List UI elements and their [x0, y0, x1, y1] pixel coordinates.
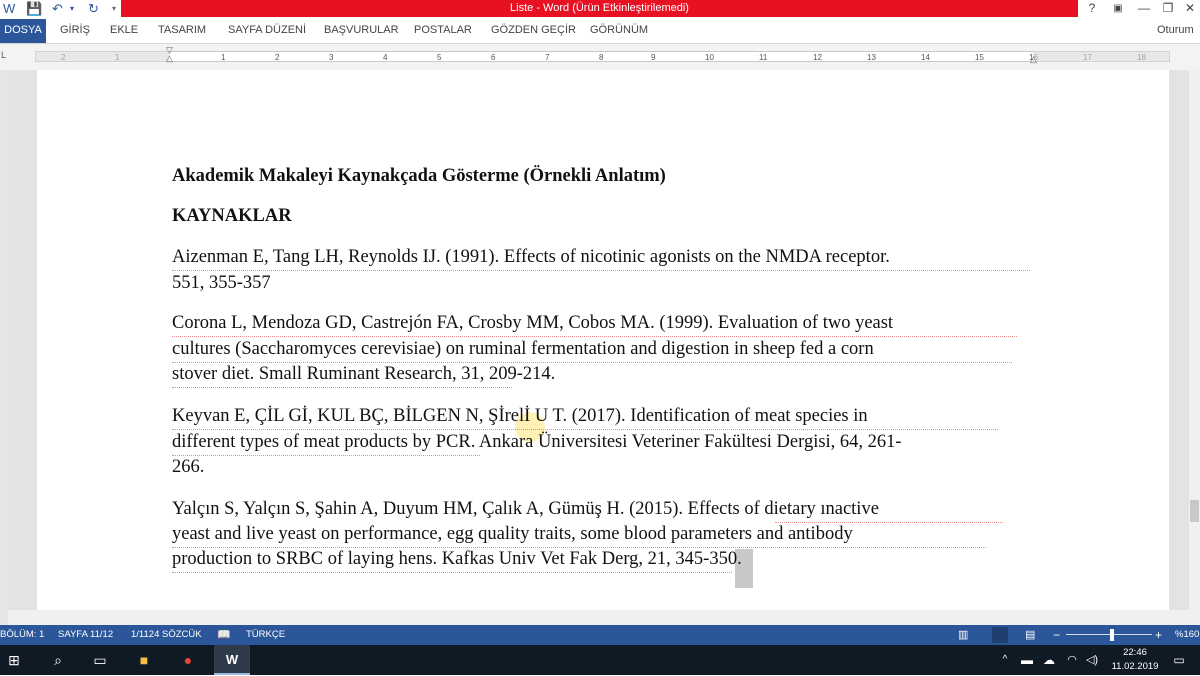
ruler-label: 3 [329, 53, 334, 62]
indent-marker-icon[interactable]: ▽ △ [166, 46, 173, 63]
zoom-slider-thumb[interactable] [1110, 629, 1114, 641]
word-icon[interactable]: W [3, 0, 15, 17]
clock[interactable]: 22:46 11.02.2019 [1110, 645, 1160, 676]
taskbar: ⊞ ⌕ ▭ ■ ● W ^ ▬ ☁ ◠ ◁) 22:46 11.02.2019 … [0, 645, 1200, 675]
horizontal-scrollbar[interactable] [8, 610, 1190, 625]
ruler-label: 11 [759, 53, 768, 62]
tab-file[interactable]: DOSYA [0, 19, 46, 43]
undo-icon[interactable]: ↶ [52, 0, 63, 17]
tab-view[interactable]: GÖRÜNÜM [590, 19, 648, 43]
ruler-label: 14 [921, 53, 930, 62]
word-taskbar-icon[interactable]: W [214, 645, 250, 675]
reference-line[interactable]: production to SRBC of laying hens. Kafka… [172, 547, 742, 573]
volume-icon[interactable]: ◁) [1083, 645, 1101, 675]
spellcheck-squiggle [172, 545, 986, 548]
vertical-ruler[interactable] [0, 70, 8, 625]
spellcheck-squiggle [172, 453, 480, 456]
section-heading[interactable]: KAYNAKLAR [172, 204, 292, 230]
close-button[interactable]: ✕ [1180, 0, 1200, 17]
restore-button[interactable]: ❐ [1158, 0, 1178, 17]
horizontal-ruler[interactable]: 2 1 1 2 3 4 5 6 7 8 9 10 11 12 13 14 15 … [35, 51, 1170, 62]
ruler-label: 9 [651, 53, 656, 62]
spellcheck-squiggle [172, 385, 512, 388]
ruler-label: 12 [813, 53, 822, 62]
reference-line[interactable]: Aizenman E, Tang LH, Reynolds IJ. (1991)… [172, 245, 890, 271]
ruler-label: 1 [221, 53, 226, 62]
wifi-icon[interactable]: ◠ [1063, 645, 1081, 675]
tab-selector-icon[interactable]: L [1, 50, 6, 60]
ruler-label: 6 [491, 53, 496, 62]
ruler-left-margin [35, 51, 169, 62]
start-windows-icon[interactable]: ⊞ [0, 645, 28, 675]
print-layout-icon[interactable] [992, 627, 1008, 643]
spellcheck-squiggle [172, 427, 998, 430]
status-zoom[interactable]: %160 [1175, 625, 1199, 645]
zoom-slider[interactable] [1066, 634, 1152, 635]
reference-line[interactable]: 551, 355-357 [172, 271, 271, 297]
right-indent-marker-icon[interactable]: △ [1030, 54, 1037, 65]
ruler-label: 8 [599, 53, 604, 62]
ruler-label: 2 [275, 53, 280, 62]
web-layout-icon[interactable]: ▤ [1025, 625, 1035, 645]
reference-line[interactable]: 266. [172, 455, 204, 481]
spellcheck-squiggle [775, 520, 1003, 523]
vertical-scrollbar-thumb[interactable] [1190, 500, 1199, 522]
clock-date: 11.02.2019 [1111, 661, 1159, 672]
customize-qat-icon[interactable]: ▾ [112, 0, 116, 17]
redo-icon[interactable]: ↻ [88, 0, 99, 17]
ruler-label: 13 [867, 53, 876, 62]
zoom-in-icon[interactable]: + [1155, 625, 1162, 645]
search-icon[interactable]: ⌕ [44, 645, 72, 675]
reference-line[interactable]: Keyvan E, ÇİL Gİ, KUL BÇ, BİLGEN N, Şİre… [172, 404, 868, 430]
document-heading[interactable]: Akademik Makaleyi Kaynakçada Gösterme (Ö… [172, 164, 666, 190]
reference-line[interactable]: yeast and live yeast on performance, egg… [172, 522, 853, 548]
notifications-icon[interactable]: ▭ [1168, 645, 1190, 675]
read-mode-icon[interactable]: ▥ [958, 625, 968, 645]
help-button[interactable]: ? [1082, 0, 1102, 17]
status-words[interactable]: 1/1124 SÖZCÜK [131, 625, 202, 645]
task-view-icon[interactable]: ▭ [86, 645, 114, 675]
proofing-icon[interactable]: 📖 [217, 625, 231, 645]
zoom-out-icon[interactable]: − [1053, 625, 1060, 645]
save-icon[interactable]: 💾 [26, 0, 42, 17]
ruler-label: 10 [705, 53, 714, 62]
ruler-label: 5 [437, 53, 442, 62]
file-explorer-icon[interactable]: ■ [130, 645, 158, 675]
tab-page-layout[interactable]: SAYFA DÜZENİ [228, 19, 306, 43]
tab-review[interactable]: GÖZDEN GEÇİR [491, 19, 576, 43]
reference-line[interactable]: Corona L, Mendoza GD, Castrejón FA, Cros… [172, 311, 893, 337]
network-drive-icon[interactable]: ▬ [1018, 645, 1036, 675]
spellcheck-squiggle [172, 334, 1017, 337]
vertical-scrollbar[interactable] [1189, 70, 1200, 625]
spellcheck-squiggle [172, 268, 1030, 271]
reference-line[interactable]: Yalçın S, Yalçın S, Şahin A, Duyum HM, Ç… [172, 497, 879, 523]
reference-line[interactable]: different types of meat products by PCR.… [172, 430, 902, 456]
ruler-label: 7 [545, 53, 550, 62]
undo-dropdown-icon[interactable]: ▾ [70, 0, 74, 17]
reference-line[interactable]: stover diet. Small Ruminant Research, 31… [172, 362, 555, 388]
tab-mailings[interactable]: POSTALAR [414, 19, 472, 43]
ruler-label: 15 [975, 53, 984, 62]
tab-design[interactable]: TASARIM [158, 19, 206, 43]
ribbon-display-options-icon[interactable]: ▣ [1108, 0, 1128, 17]
spellcheck-squiggle [172, 360, 1012, 363]
show-hidden-icons-icon[interactable]: ^ [998, 645, 1012, 675]
ruler-right-margin [1033, 51, 1170, 62]
status-section[interactable]: BÖLÜM: 1 [0, 625, 44, 645]
sign-in-link[interactable]: Oturum a [1157, 19, 1200, 58]
status-language[interactable]: TÜRKÇE [246, 625, 285, 645]
tab-insert[interactable]: EKLE [110, 19, 138, 43]
reference-line[interactable]: cultures (Saccharomyces cerevisiae) on r… [172, 337, 874, 363]
clock-time: 22:46 [1123, 647, 1147, 658]
tab-references[interactable]: BAŞVURULAR [324, 19, 399, 43]
spellcheck-squiggle [172, 570, 732, 573]
ruler-label: 4 [383, 53, 388, 62]
window-title: Liste - Word (Ürün Etkinleştirilemedi) [121, 0, 1078, 17]
status-bar: BÖLÜM: 1 SAYFA 11/12 1/1124 SÖZCÜK 📖 TÜR… [0, 625, 1200, 645]
chrome-icon[interactable]: ● [174, 645, 202, 675]
status-page[interactable]: SAYFA 11/12 [58, 625, 113, 645]
minimize-button[interactable]: — [1134, 0, 1154, 17]
cloud-icon[interactable]: ☁ [1040, 645, 1058, 675]
tab-home[interactable]: GİRİŞ [60, 19, 90, 43]
